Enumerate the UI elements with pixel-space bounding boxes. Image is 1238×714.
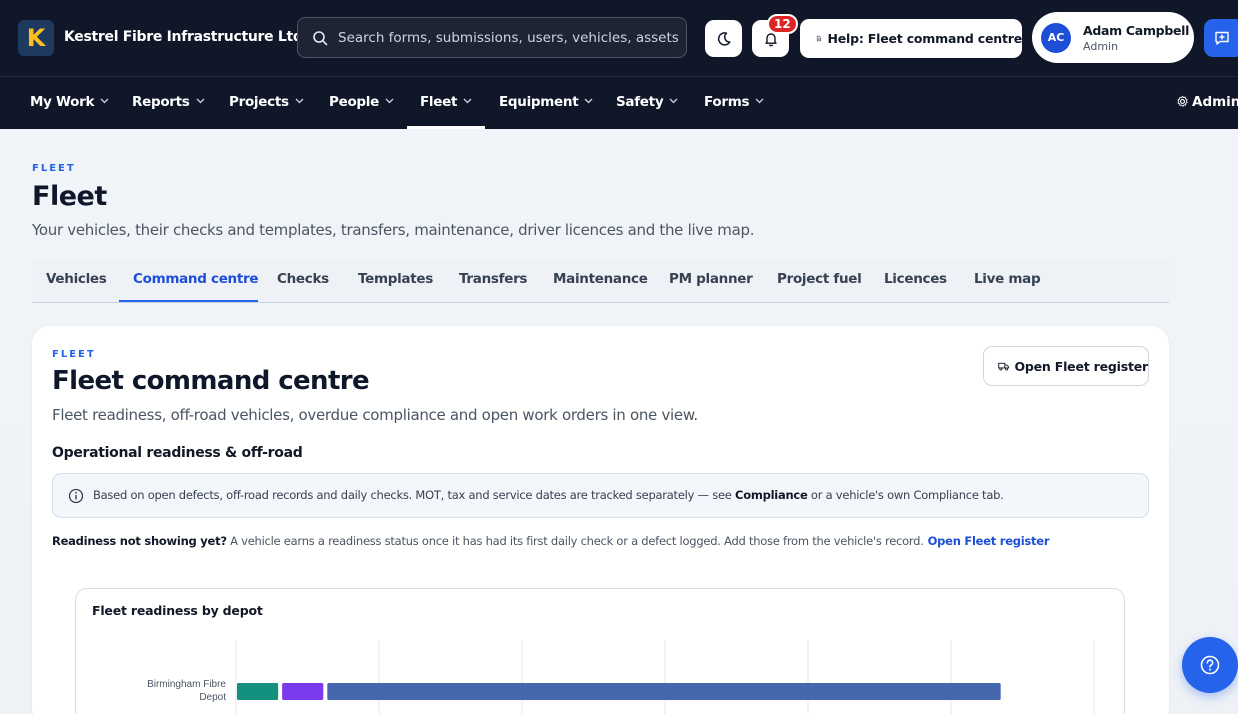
question-icon bbox=[1200, 655, 1220, 675]
tab-transfers[interactable]: Transfers bbox=[459, 271, 527, 287]
search-icon bbox=[313, 31, 328, 46]
bar-segment-0[interactable] bbox=[237, 683, 279, 700]
truck-icon bbox=[998, 362, 1010, 371]
theme-toggle-button[interactable] bbox=[705, 20, 742, 57]
message-plus-icon bbox=[1215, 31, 1229, 45]
help-fab-button[interactable] bbox=[1182, 637, 1238, 693]
readiness-info-banner: Based on open defects, off-road records … bbox=[52, 473, 1149, 518]
user-name: Adam Campbell bbox=[1083, 23, 1190, 38]
admin-menu[interactable]: Admin bbox=[1176, 94, 1238, 110]
hint-heading: Readiness not showing yet? bbox=[52, 534, 227, 548]
nav-item-label: Forms bbox=[704, 94, 750, 110]
nav-item-equipment[interactable]: Equipment bbox=[499, 94, 593, 110]
chevron-down-icon bbox=[385, 98, 394, 104]
bar-segment-1[interactable] bbox=[282, 683, 324, 700]
nav-item-label: Equipment bbox=[499, 94, 579, 110]
chevron-down-icon bbox=[196, 98, 205, 104]
nav-item-label: Projects bbox=[229, 94, 289, 110]
card-eyebrow: FLEET bbox=[52, 349, 96, 360]
open-fleet-register-button[interactable]: Open Fleet register bbox=[983, 346, 1149, 386]
tab-command-centre[interactable]: Command centre bbox=[133, 271, 259, 287]
open-fleet-register-label: Open Fleet register bbox=[1014, 358, 1148, 374]
nav-item-label: Safety bbox=[616, 94, 664, 110]
info-icon bbox=[68, 488, 84, 504]
nav-item-projects[interactable]: Projects bbox=[229, 94, 304, 110]
company-logo[interactable]: K bbox=[18, 20, 54, 56]
document-icon bbox=[816, 35, 821, 42]
nav-item-forms[interactable]: Forms bbox=[704, 94, 764, 110]
info-text-prefix: Based on open defects, off-road records … bbox=[93, 488, 736, 502]
tab-project-fuel[interactable]: Project fuel bbox=[777, 271, 862, 287]
tab-vehicles[interactable]: Vehicles bbox=[46, 271, 107, 287]
tab-templates[interactable]: Templates bbox=[358, 271, 433, 287]
nav-item-my-work[interactable]: My Work bbox=[30, 94, 109, 110]
nav-item-reports[interactable]: Reports bbox=[132, 94, 205, 110]
help-button-label: Help: Fleet command centre bbox=[827, 31, 1022, 46]
readiness-section-title: Operational readiness & off-road bbox=[52, 445, 303, 461]
chevron-down-icon bbox=[669, 98, 678, 104]
tab-live-map[interactable]: Live map bbox=[974, 271, 1041, 287]
gear-icon bbox=[1177, 95, 1188, 107]
readiness-hint: Readiness not showing yet? A vehicle ear… bbox=[52, 534, 1049, 548]
card-subtitle: Fleet readiness, off-road vehicles, over… bbox=[52, 406, 698, 424]
moon-icon bbox=[717, 31, 731, 46]
feedback-button[interactable] bbox=[1204, 19, 1238, 57]
top-bar: K Kestrel Fibre Infrastructure Ltd 12 He… bbox=[0, 0, 1238, 76]
info-text: Based on open defects, off-road records … bbox=[93, 488, 1004, 502]
compliance-link[interactable]: Compliance bbox=[735, 488, 808, 502]
admin-label: Admin bbox=[1192, 94, 1238, 110]
global-search[interactable] bbox=[297, 17, 687, 58]
page-eyebrow: FLEET bbox=[32, 163, 76, 174]
chevron-down-icon bbox=[295, 98, 304, 104]
chart-title: Fleet readiness by depot bbox=[92, 603, 263, 618]
category-label: Birmingham Fibre Depot bbox=[147, 679, 226, 703]
help-button[interactable]: Help: Fleet command centre bbox=[800, 19, 1022, 58]
chevron-down-icon bbox=[463, 98, 472, 104]
tab-licences[interactable]: Licences bbox=[884, 271, 947, 287]
fleet-tabs: Vehicles Command centre Checks Templates… bbox=[32, 261, 1169, 303]
tab-checks[interactable]: Checks bbox=[277, 271, 329, 287]
nav-item-safety[interactable]: Safety bbox=[616, 94, 678, 110]
tab-maintenance[interactable]: Maintenance bbox=[553, 271, 648, 287]
main-nav: My Work Reports Projects People Fleet Eq… bbox=[0, 76, 1238, 129]
tab-pm-planner[interactable]: PM planner bbox=[669, 271, 753, 287]
nav-item-label: People bbox=[329, 94, 379, 110]
nav-item-people[interactable]: People bbox=[329, 94, 394, 110]
info-text-suffix: or a vehicle's own Compliance tab. bbox=[807, 488, 1004, 502]
nav-item-fleet[interactable]: Fleet bbox=[420, 94, 472, 110]
open-fleet-register-link[interactable]: Open Fleet register bbox=[928, 534, 1050, 548]
user-role: Admin bbox=[1083, 40, 1119, 53]
user-menu[interactable]: AC Adam Campbell Admin bbox=[1032, 12, 1194, 63]
nav-item-label: Reports bbox=[132, 94, 190, 110]
readiness-chart: Birmingham Fibre Depot bbox=[147, 640, 1095, 714]
tab-active-indicator bbox=[119, 300, 258, 302]
bar-segment-2[interactable] bbox=[327, 683, 1001, 700]
chevron-down-icon bbox=[584, 98, 593, 104]
nav-item-label: My Work bbox=[30, 94, 95, 110]
nav-item-label: Fleet bbox=[420, 94, 458, 110]
page-subtitle: Your vehicles, their checks and template… bbox=[32, 221, 755, 239]
avatar: AC bbox=[1041, 23, 1071, 53]
card-title: Fleet command centre bbox=[52, 366, 370, 396]
company-name: Kestrel Fibre Infrastructure Ltd bbox=[64, 29, 303, 45]
hint-text: A vehicle earns a readiness status once … bbox=[226, 534, 924, 548]
chevron-down-icon bbox=[100, 98, 109, 104]
search-input[interactable] bbox=[338, 18, 678, 57]
notification-count-badge: 12 bbox=[767, 14, 798, 34]
page-title: Fleet bbox=[32, 181, 107, 212]
chevron-down-icon bbox=[755, 98, 764, 104]
